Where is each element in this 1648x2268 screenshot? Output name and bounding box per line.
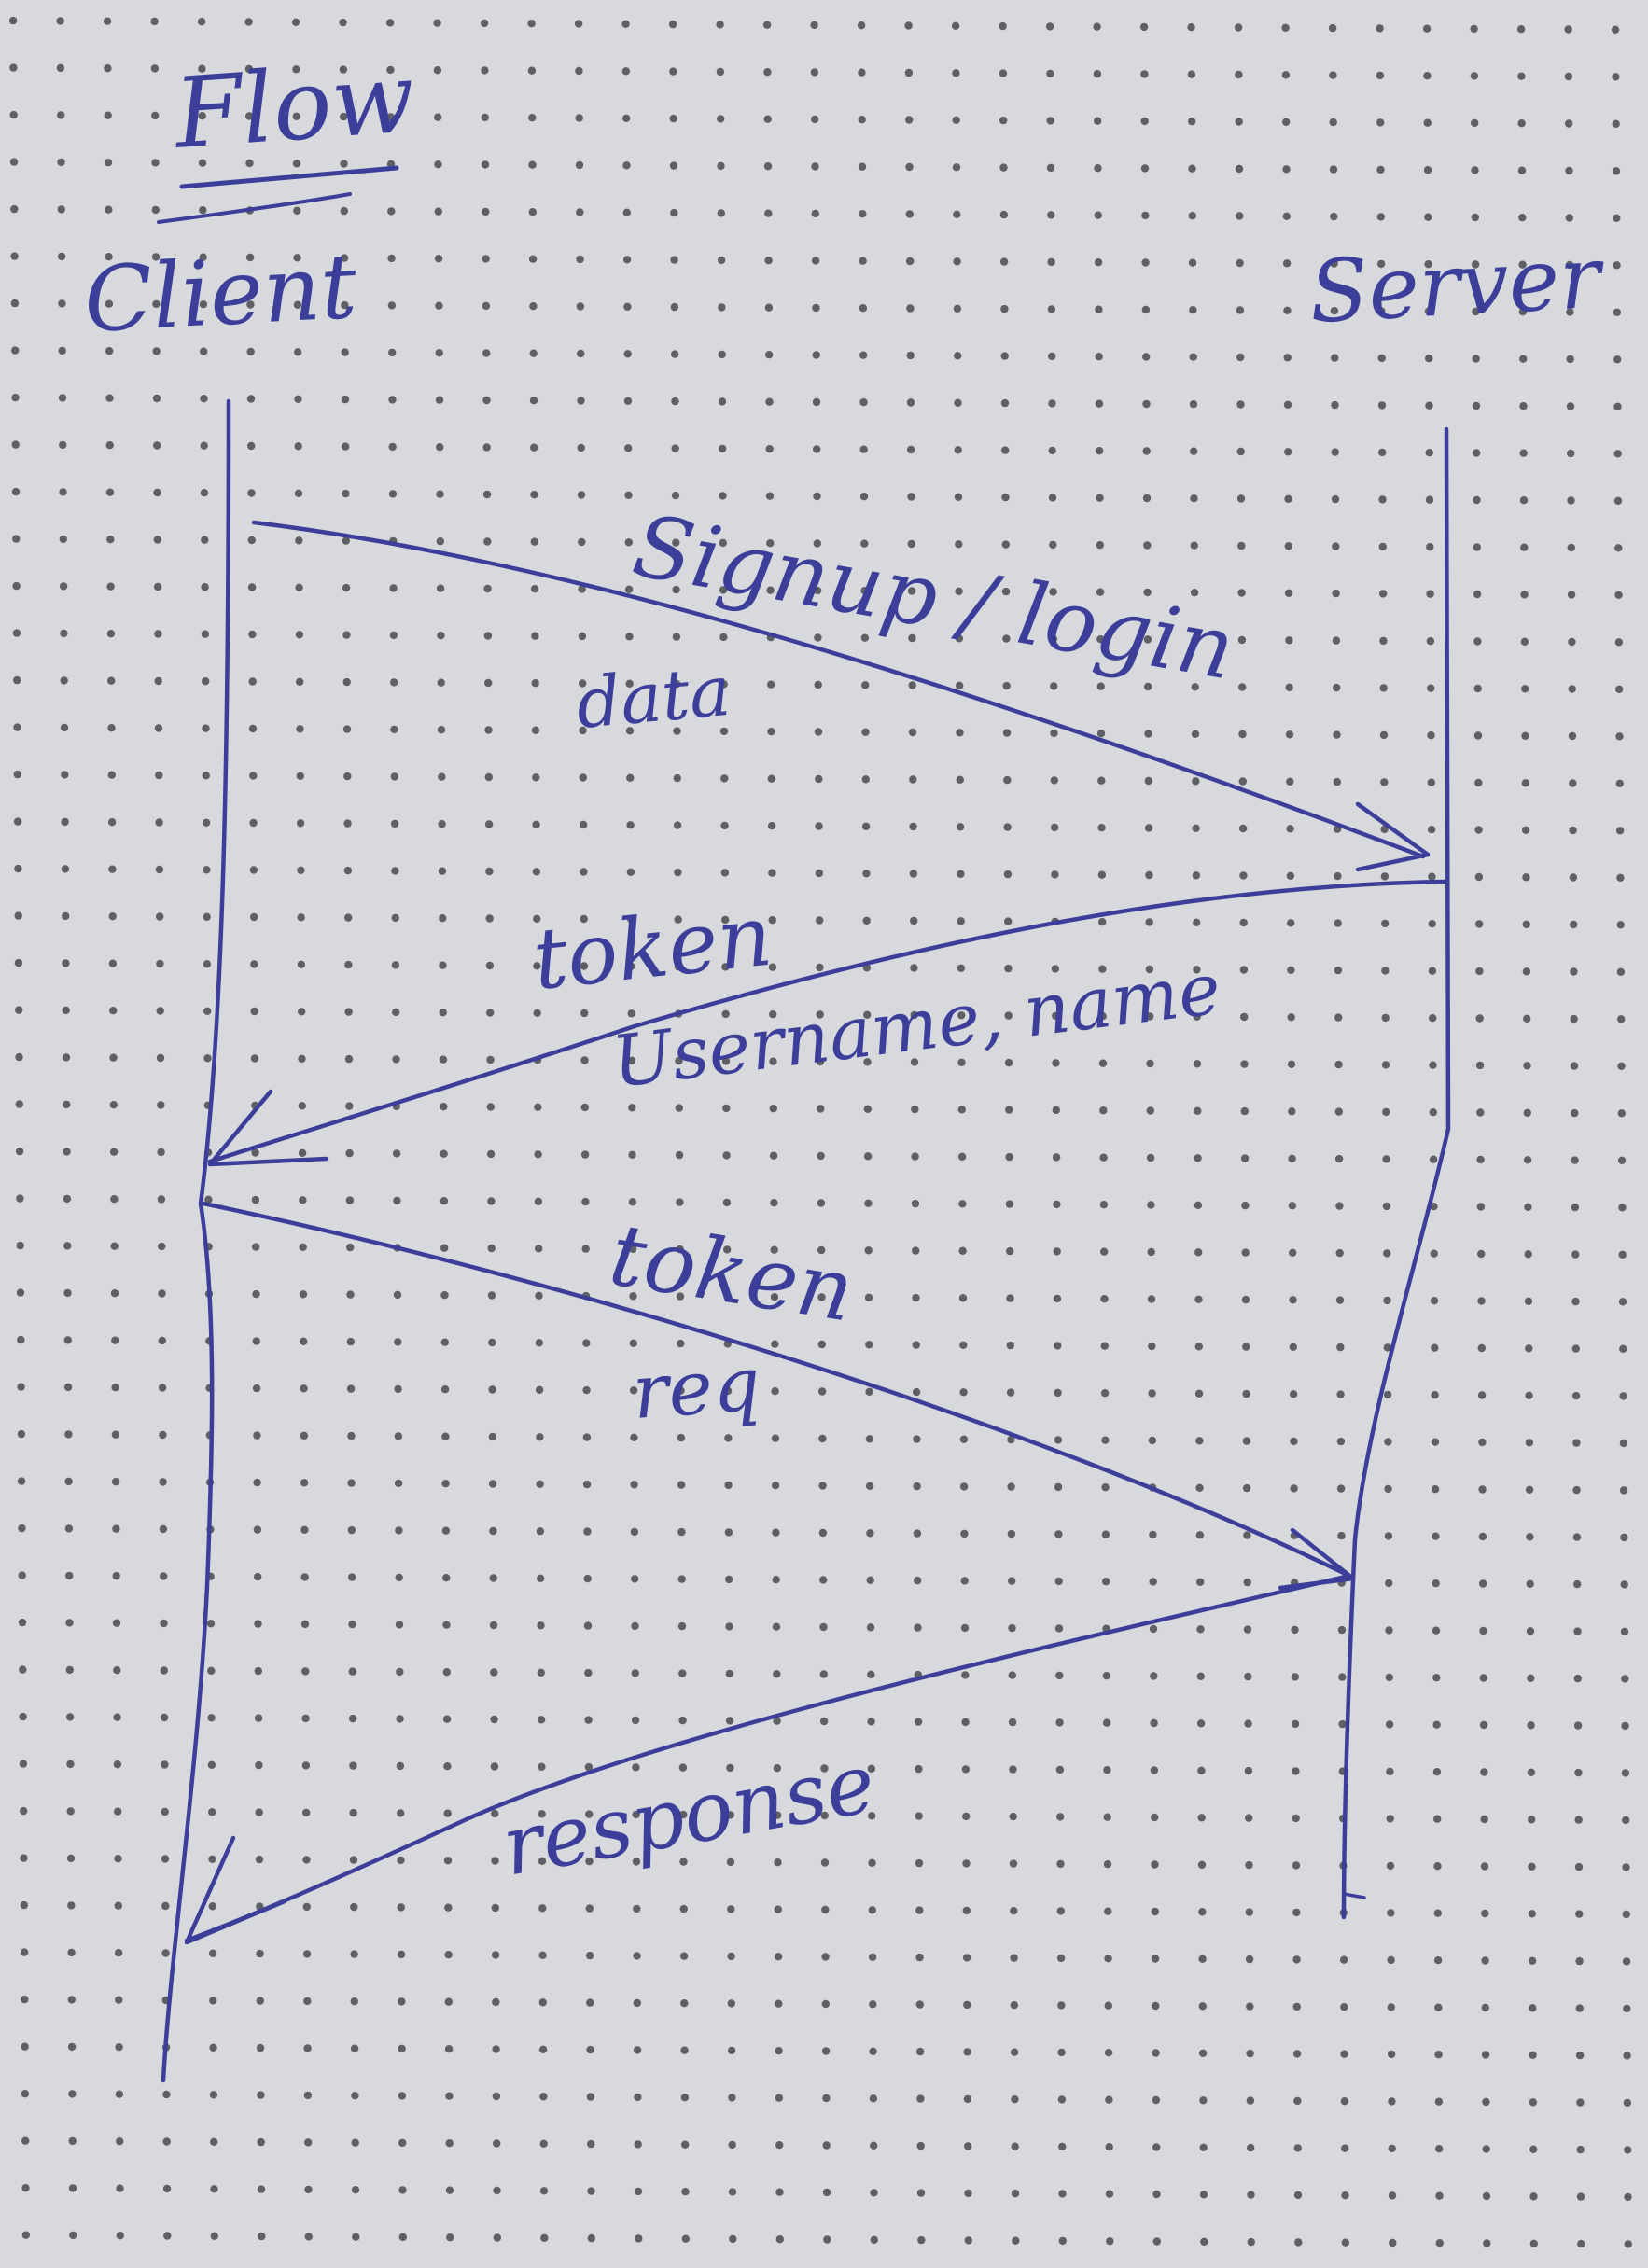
participant-client-label: Client bbox=[81, 234, 359, 353]
server-lifeline bbox=[1341, 426, 1451, 1920]
participant-server-label: Server bbox=[1307, 228, 1608, 342]
diagram-title: Flow bbox=[169, 40, 418, 171]
notebook-page: Flow Client Server Signup / login data t… bbox=[0, 0, 1648, 2268]
message-arrowhead-response bbox=[184, 1835, 287, 1945]
message-arrowhead-token bbox=[207, 1089, 329, 1167]
message-label-token: token bbox=[528, 887, 776, 1009]
sequence-diagram: Flow Client Server Signup / login data t… bbox=[81, 40, 1608, 2083]
message-label-req: token bbox=[604, 1204, 860, 1342]
title-underline-2 bbox=[157, 192, 352, 224]
client-lifeline bbox=[161, 398, 231, 2083]
message-sublabel-signup: data bbox=[573, 651, 733, 744]
title-underline bbox=[179, 165, 399, 189]
message-label-response: response bbox=[496, 1734, 882, 1894]
message-sublabel-req: req bbox=[630, 1341, 763, 1436]
server-lifeline-end-tick bbox=[1342, 1892, 1366, 1899]
